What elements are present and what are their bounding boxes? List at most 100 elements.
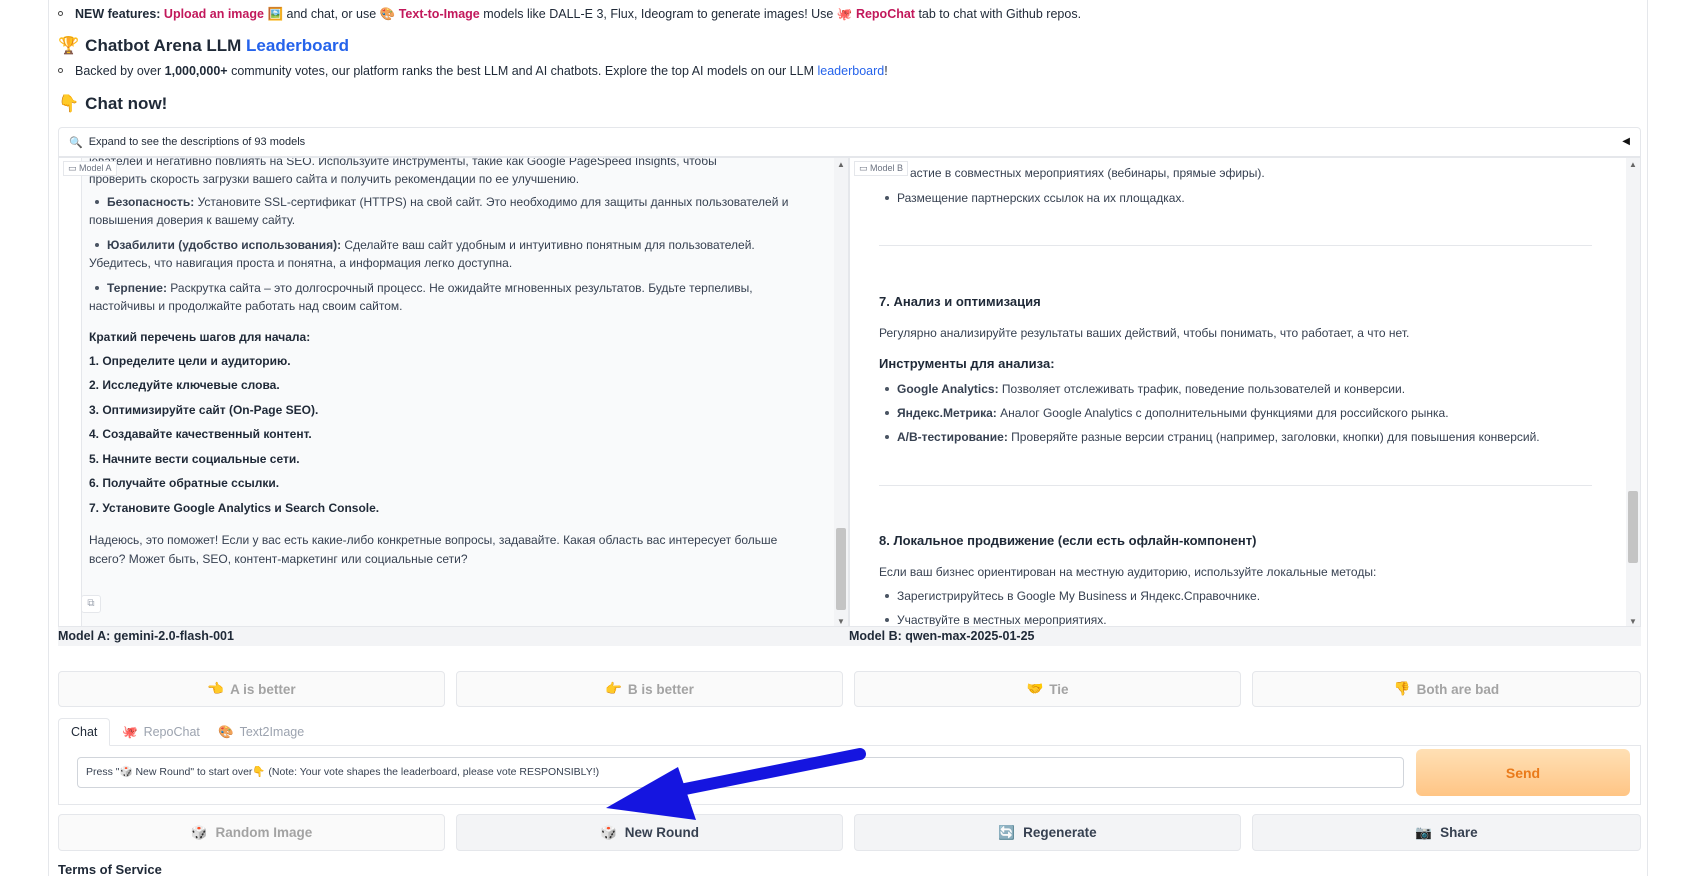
copy-icon[interactable]: ⧉ [81, 595, 101, 613]
list-item: Зарегистрируйтесь в Google My Business и… [884, 589, 1261, 603]
random-image-button[interactable]: 🎲 Random Image [58, 814, 445, 851]
tab-chat-label: Chat [71, 725, 98, 739]
section-text: Регулярно анализируйте результаты ваших … [879, 326, 1410, 340]
bullet-text: Сделайте ваш сайт удобным и интуитивно п… [341, 238, 755, 252]
step-item: 3. Оптимизируйте сайт (On-Page SEO). [89, 403, 319, 417]
a-better-label: A is better [230, 681, 296, 697]
leaderboard-heading: 🏆 Chatbot Arena LLM Leaderboard [58, 36, 349, 56]
leaderboard-inline-link[interactable]: leaderboard [818, 64, 885, 78]
tab-text2image-label: Text2Image [239, 725, 305, 739]
section-heading: 7. Анализ и оптимизация [879, 294, 1041, 309]
bullet-dot [58, 68, 63, 74]
leaderboard-link[interactable]: Leaderboard [246, 36, 349, 55]
bullet-bold: A/B-тестирование: [897, 430, 1008, 444]
a-better-button[interactable]: 👈 A is better [58, 671, 445, 707]
picture-icon: 🖼️ [267, 7, 284, 21]
scroll-down-icon[interactable]: ▼ [1629, 617, 1637, 626]
scroll-up-icon[interactable]: ▲ [837, 160, 845, 169]
bullet-bold: Терпение: [107, 281, 167, 295]
tab-repochat-label: RepoChat [143, 725, 200, 739]
tab-text2image[interactable]: 🎨 Text2Image [206, 718, 316, 746]
scroll-thumb[interactable] [836, 528, 846, 610]
upload-image-link[interactable]: Upload an image [164, 7, 264, 21]
step-item: 2. Исследуйте ключевые слова. [89, 378, 280, 392]
scroll-thumb[interactable] [1628, 491, 1638, 563]
point-right-icon: 👉 [605, 681, 622, 696]
share-button[interactable]: 📷 Share [1252, 814, 1641, 851]
terms-of-service-link[interactable]: Terms of Service [58, 862, 162, 876]
trophy-icon: 🏆 [58, 36, 80, 55]
tab-chat[interactable]: Chat [58, 718, 111, 746]
b-better-button[interactable]: 👉 B is better [456, 671, 843, 707]
message-line: астие в совместных мероприятиях (вебинар… [910, 166, 1265, 180]
bullet-continuation: настойчивы и продолжайте работать над св… [89, 299, 403, 313]
bullet-continuation: повышения доверия к вашему сайту. [89, 213, 296, 227]
tie-label: Tie [1049, 681, 1069, 697]
features-text-2: models like DALL-E 3, Flux, Ideogram to … [483, 7, 834, 21]
list-item: Терпение: Раскрутка сайта – это долгосро… [95, 279, 753, 297]
list-item: Размещение партнерских ссылок на их площ… [885, 191, 1185, 205]
expander-label: Expand to see the descriptions of 93 mod… [88, 136, 306, 148]
model-b-name: Model B: qwen-max-2025-01-25 [849, 627, 1641, 646]
tab-repochat[interactable]: 🐙 RepoChat [110, 718, 212, 746]
closing-line: всего? Может быть, SEO, контент-маркетин… [89, 552, 468, 566]
panel-b-scrollbar[interactable]: ▲ ▼ [1626, 158, 1640, 626]
features-line: NEW features: Upload an image 🖼️ and cha… [58, 7, 1081, 22]
chat-bubble-icon: ▭ [68, 163, 80, 173]
random-image-label: Random Image [215, 825, 313, 840]
octopus-icon: 🐙 [836, 7, 853, 21]
both-bad-label: Both are bad [1416, 681, 1500, 697]
octopus-icon: 🐙 [122, 724, 138, 739]
step-item: 4. Создавайте качественный контент. [89, 427, 312, 441]
desc-mid: community votes, our platform ranks the … [231, 64, 815, 78]
bullet-text: Позволяет отслеживать трафик, поведение … [998, 382, 1406, 396]
magnifier-icon: 🔍 [69, 136, 83, 149]
section-heading: 8. Локальное продвижение (если есть офла… [879, 533, 1257, 548]
regenerate-label: Regenerate [1023, 825, 1097, 840]
message-input[interactable]: Press "🎲 New Round" to start over👇 (Note… [77, 757, 1404, 788]
camera-icon: 📷 [1415, 824, 1433, 840]
both-bad-button[interactable]: 👎 Both are bad [1252, 671, 1641, 707]
bullet-bold: Яндекс.Метрика: [897, 406, 997, 420]
model-descriptions-expander[interactable]: 🔍 Expand to see the descriptions of 93 m… [58, 127, 1641, 157]
collapse-triangle-icon[interactable]: ◀ [1622, 136, 1630, 147]
point-left-icon: 👈 [207, 681, 225, 696]
tools-title: Инструменты для анализа: [879, 356, 1055, 371]
model-b-tag: ▭ Model B [854, 161, 909, 176]
model-b-tag-label: Model B [870, 163, 904, 173]
step-item: 5. Начните вести социальные сети. [89, 452, 300, 466]
new-round-button[interactable]: 🎲 New Round [456, 814, 843, 851]
list-item: Юзабилити (удобство использования): Сдел… [95, 236, 755, 254]
message-line: ювателей и негативно повлиять на SEO. Ис… [89, 157, 717, 168]
bullet-text: Раскрутка сайта – это долгосрочный проце… [166, 281, 753, 295]
leaderboard-title: Chatbot Arena LLM [85, 36, 242, 55]
desc-end: ! [884, 64, 888, 78]
mode-tabs: Chat 🐙 RepoChat 🎨 Text2Image [58, 718, 1641, 746]
list-item: A/B-тестирование: Проверяйте разные верс… [885, 428, 1540, 446]
text-to-image-link[interactable]: Text-to-Image [399, 7, 480, 21]
leaderboard-desc: Backed by over 1,000,000+ community vote… [58, 64, 888, 78]
closing-line: Надеюсь, это поможет! Если у вас есть ка… [89, 533, 778, 547]
chatbot-panel-b[interactable]: ▭ Model B астие в совместных мероприятия… [849, 157, 1641, 627]
step-item: 7. Установите Google Analytics и Search … [89, 501, 380, 515]
send-button[interactable]: Send [1416, 749, 1630, 796]
scroll-up-icon[interactable]: ▲ [1629, 160, 1637, 169]
chatbot-panel-a[interactable]: ▭ Model A ювателей и негативно повлиять … [58, 157, 849, 627]
bullet-dot [58, 11, 63, 17]
list-item: Безопасность: Установите SSL-сертификат … [94, 193, 788, 211]
scroll-down-icon[interactable]: ▼ [837, 617, 845, 626]
regenerate-button[interactable]: 🔄 Regenerate [854, 814, 1241, 851]
panel-a-scrollbar[interactable]: ▲ ▼ [834, 158, 848, 626]
bullet-bold: Google Analytics: [897, 382, 999, 396]
dice-icon: 🎲 [599, 824, 617, 840]
model-a-tag: ▭ Model A [63, 161, 117, 176]
b-better-label: B is better [627, 681, 694, 697]
tie-button[interactable]: 🤝 Tie [854, 671, 1241, 707]
list-item: Яндекс.Метрика: Аналог Google Analytics … [885, 404, 1449, 422]
step-item: 1. Определите цели и аудиторию. [89, 354, 291, 368]
section-text: Если ваш бизнес ориентирован на местную … [879, 565, 1377, 579]
repochat-link[interactable]: RepoChat [856, 7, 915, 21]
chat-bubble-icon: ▭ [859, 163, 871, 173]
palette-icon: 🎨 [218, 724, 234, 739]
bullet-bold: Безопасность: [107, 195, 195, 209]
